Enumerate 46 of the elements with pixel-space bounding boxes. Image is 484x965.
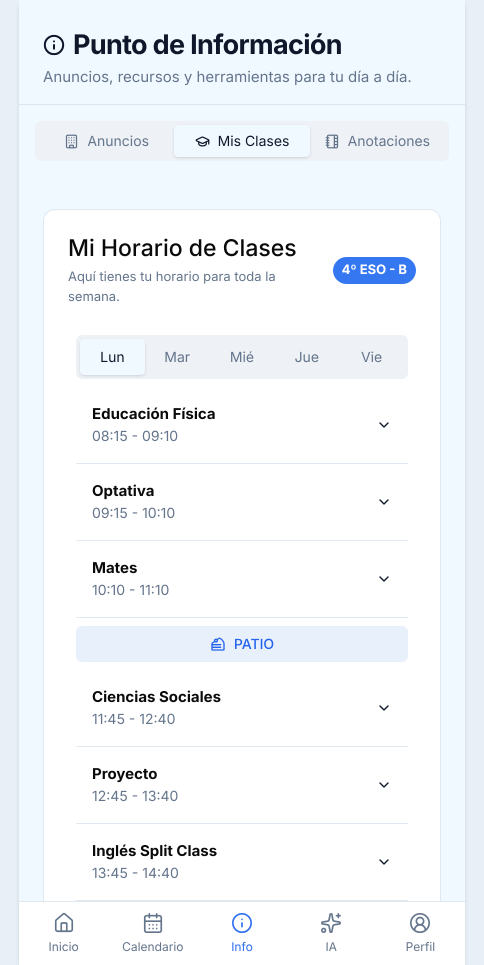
graduation-cap-icon (194, 134, 210, 149)
class-time: 10:10 - 11:10 (92, 580, 170, 601)
day-tab[interactable]: Jue (274, 339, 340, 375)
home-icon (52, 912, 75, 934)
class-subject: Mates (92, 557, 138, 580)
group-badge: 4º ESO - B (332, 256, 416, 284)
calendar-icon (142, 912, 164, 934)
page-title: Punto de Información (73, 28, 342, 62)
nav-item[interactable]: Inicio (19, 902, 108, 965)
card-title: Mi Horario de Clases (68, 234, 298, 263)
day-tab[interactable]: Lun (80, 339, 145, 375)
info-icon (43, 34, 65, 56)
class-row[interactable]: Ciencias Sociales 11:45 - 12:40 (76, 670, 408, 747)
day-tab[interactable]: Mié (210, 339, 274, 375)
nav-item[interactable]: Info (197, 902, 287, 965)
class-subject: Proyecto (92, 763, 158, 786)
break-label: PATIO (234, 634, 274, 654)
tab[interactable]: Mis Clases (174, 125, 310, 158)
class-row[interactable]: Proyecto 12:45 - 13:40 (76, 747, 408, 824)
class-time: 08:15 - 09:10 (92, 426, 180, 447)
nav-item[interactable]: IA (286, 902, 376, 965)
class-row[interactable]: Optativa 09:15 - 10:10 (76, 464, 408, 541)
class-row[interactable]: Mates 10:10 - 11:10 (76, 541, 408, 618)
cake-icon (210, 636, 226, 652)
class-subject: Optativa (92, 480, 156, 502)
building-icon (64, 134, 80, 149)
tab[interactable]: Anotaciones (310, 125, 445, 158)
class-subject: Inglés Split Class (92, 840, 218, 862)
class-time: 09:15 - 10:10 (92, 504, 176, 524)
info-icon (231, 912, 253, 934)
day-tab[interactable]: Mar (144, 339, 210, 375)
nav-item[interactable]: Calendario (108, 902, 198, 965)
class-row[interactable]: Educación Física 08:15 - 09:10 (76, 387, 408, 464)
class-subject: Educación Física (92, 403, 216, 426)
card-subtitle: Aquí tienes tu horario para toda la semana. (68, 268, 277, 307)
page-subtitle: Anuncios, recursos y herramientas para tu día a día. (43, 66, 413, 88)
class-time: 13:45 - 14:40 (92, 864, 180, 884)
class-subject: Ciencias Sociales (92, 686, 222, 708)
class-time: 11:45 - 12:40 (92, 710, 176, 730)
notebook-icon (324, 134, 340, 149)
nav-item[interactable]: Perfil (376, 902, 466, 965)
tab[interactable]: Anuncios (39, 125, 174, 158)
day-tab[interactable]: Vie (339, 339, 404, 375)
class-time: 12:45 - 13:40 (92, 786, 178, 807)
sparkles-icon (320, 912, 342, 934)
user-icon (409, 912, 432, 934)
